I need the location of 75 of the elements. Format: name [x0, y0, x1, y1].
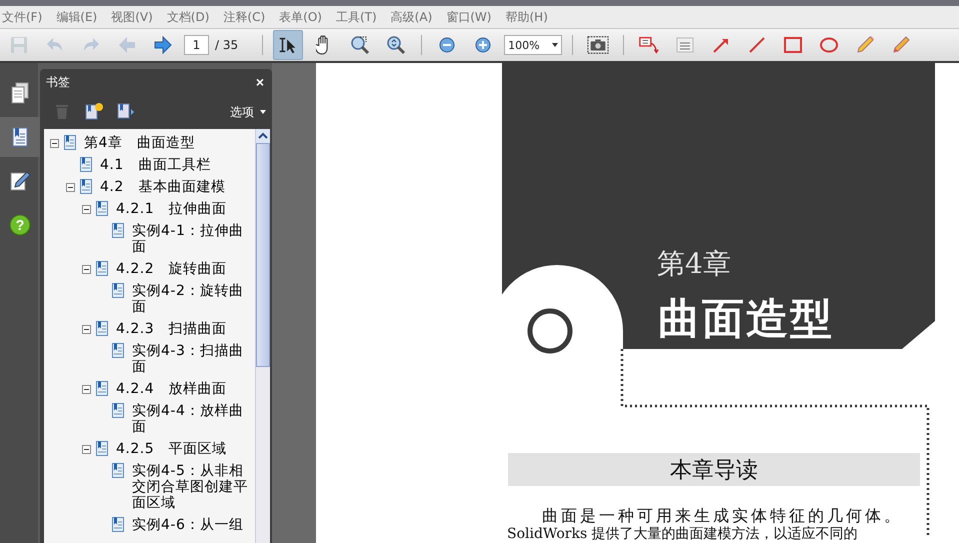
magnifier-icon [385, 35, 408, 55]
pen-icon [9, 170, 31, 192]
bookmark-icon [96, 261, 108, 276]
bookmark-icon [64, 135, 76, 150]
bookmark-item[interactable]: 实例4-4：放样曲面 [132, 403, 255, 435]
menu-item[interactable]: 工具(T) [336, 8, 377, 26]
collapse-toggle-icon[interactable] [82, 204, 91, 214]
caret-icon[interactable] [260, 110, 266, 114]
bookmark-item[interactable]: 4.2 基本曲面建模 [100, 179, 226, 195]
new-bookmark-icon [84, 102, 104, 120]
collapse-toggle-icon[interactable] [82, 384, 91, 394]
bookmark-icon [112, 283, 124, 298]
bookmark-item[interactable]: 4.1 曲面工具栏 [100, 157, 211, 173]
new-bookmark-button[interactable] [84, 102, 104, 122]
note-icon [638, 35, 660, 55]
bookmark-arrow-icon [116, 102, 136, 120]
bookmark-item[interactable]: 实例4-6：从一组 [132, 517, 244, 533]
rectangle-icon [782, 35, 804, 55]
bookmark-icon [112, 463, 124, 478]
chapter-label: 第4章 [657, 246, 731, 282]
bookmarks-tab[interactable] [0, 117, 40, 157]
options-menu-button[interactable]: 选项 [230, 104, 266, 120]
bookmark-item[interactable]: 第4章 曲面造型 [84, 135, 195, 151]
menu-item[interactable]: 文件(F) [2, 8, 42, 26]
collapse-toggle-icon[interactable] [82, 324, 91, 334]
section-heading: 本章导读 [670, 456, 758, 484]
bookmark-item[interactable]: 实例4-5：从非相交闭合草图创建平面区域 [132, 463, 255, 511]
page-count: / 35 [215, 38, 238, 52]
ellipse-icon [818, 35, 840, 55]
scrollbar[interactable] [255, 129, 270, 543]
close-button[interactable]: × [256, 74, 264, 90]
bookmark-icon [96, 201, 108, 216]
bookmark-icon [80, 157, 92, 172]
paragraph-line: SolidWorks 提供了大量的曲面建模方法，以适应不同的 [507, 526, 858, 543]
bookmark-icon [112, 223, 124, 238]
bookmark-icon [112, 343, 124, 358]
bookmark-item[interactable]: 4.2.2 旋转曲面 [116, 261, 227, 277]
chapter-title: 曲面造型 [658, 293, 834, 345]
collapse-toggle-icon[interactable] [82, 264, 91, 274]
menu-item[interactable]: 高级(A) [390, 8, 432, 26]
collapse-toggle-icon[interactable] [82, 444, 91, 454]
menu-item[interactable]: 注释(C) [223, 8, 266, 26]
bookmark-icon [80, 179, 92, 194]
select-button[interactable] [273, 30, 304, 60]
paragraph-line: 曲面是一种可用来生成实体特征的几何体。 [542, 506, 903, 526]
menu-item[interactable]: 表单(O) [279, 8, 322, 26]
bookmark-item[interactable]: 实例4-2：旋转曲面 [132, 283, 255, 315]
magnifier-icon [349, 35, 372, 55]
caret-icon[interactable] [552, 43, 558, 47]
zoom-field[interactable]: 100% [504, 35, 562, 55]
bookmark-icon [112, 517, 124, 532]
pages-icon [9, 82, 31, 104]
menu-item[interactable]: 文档(D) [166, 8, 210, 26]
bookmark-item[interactable]: 4.2.1 拉伸曲面 [116, 201, 227, 217]
bookmark-item[interactable]: 实例4-1：拉伸曲面 [132, 223, 255, 255]
menu-item[interactable]: 视图(V) [111, 8, 153, 26]
help-icon: ? [9, 214, 31, 236]
bookmark-icon [96, 321, 108, 336]
menu-item[interactable]: 帮助(H) [505, 8, 548, 26]
bookmark-icon [112, 403, 124, 418]
right-arrow-icon [152, 35, 174, 55]
collapse-toggle-icon[interactable] [66, 182, 75, 192]
bookmark-item[interactable]: 实例4-3：扫描曲面 [132, 343, 255, 375]
bookmark-icon [96, 441, 108, 456]
menu-item[interactable]: 窗口(W) [446, 8, 492, 26]
panel-title: 书签 [46, 74, 70, 90]
bookmark-item[interactable]: 4.2.5 平面区域 [116, 441, 227, 457]
text-box-icon [674, 35, 696, 55]
page-number-field[interactable]: 1 [184, 35, 209, 55]
menu-item[interactable]: 编辑(E) [56, 8, 98, 26]
camera-icon [587, 35, 610, 55]
bookmark-item[interactable]: 4.2.3 扫描曲面 [116, 321, 227, 337]
collapse-toggle-icon[interactable] [50, 138, 59, 148]
bookmark-item[interactable]: 4.2.4 放样曲面 [116, 381, 227, 397]
bookmark-icon [96, 381, 108, 396]
